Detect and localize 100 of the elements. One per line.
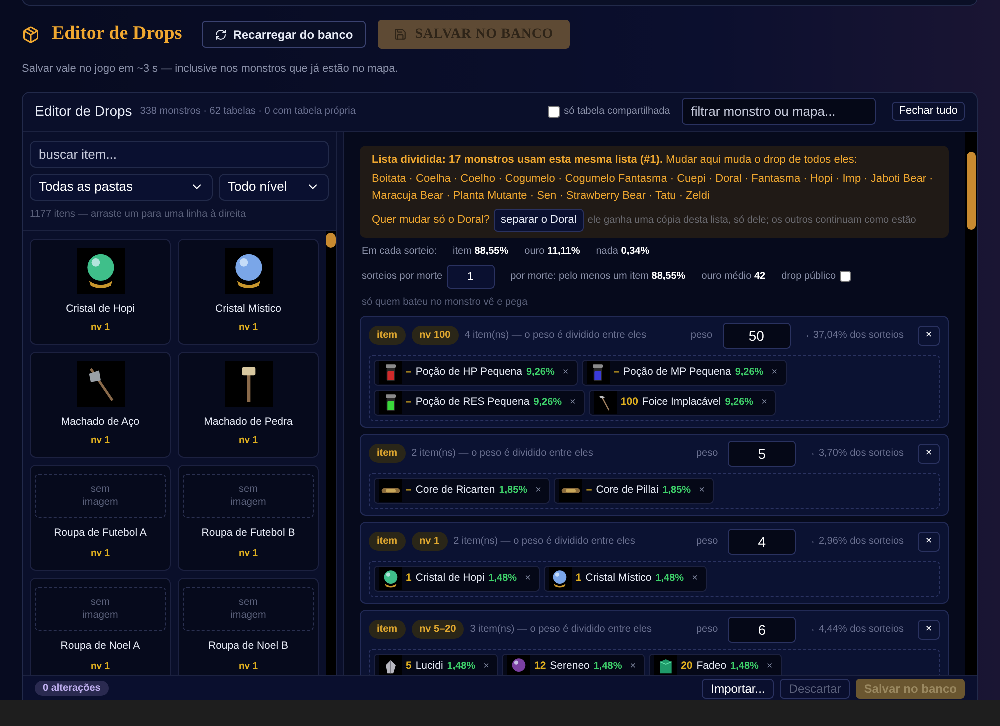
item-name: Roupa de Futebol B xyxy=(202,526,296,540)
item-name: Foice Implacável xyxy=(642,394,722,410)
notice-text: Lista dividida: 17 monstros usam esta mesma lista (#1). Mudar aqui muda o drop de todos eles: xyxy=(372,152,858,168)
item-quantity: – xyxy=(406,394,412,410)
checkbox[interactable] xyxy=(548,106,560,118)
drop-item-chip[interactable]: 1 Cristal de Hopi 1,48% × xyxy=(374,566,540,592)
drop-item-chip[interactable]: – Core de Ricarten 1,85% × xyxy=(374,478,550,504)
drop-item-chip[interactable]: – Poção de MP Pequena 9,26% × xyxy=(582,360,787,386)
drop-item-chip[interactable]: 100 Foice Implacável 9,26% × xyxy=(588,390,776,416)
weight-label: peso xyxy=(696,447,718,461)
item-card[interactable]: sem imagem Roupa de Futebol A nv 1 xyxy=(30,464,171,570)
tag: nv 1 xyxy=(412,532,448,551)
image-placeholder: sem imagem xyxy=(35,586,166,630)
close-button[interactable]: × xyxy=(918,532,940,552)
item-card[interactable]: Cristal de Hopi nv 1 xyxy=(30,238,171,344)
item-name: Sereneo xyxy=(550,658,590,674)
remove-button[interactable]: × xyxy=(772,365,778,380)
close-all-button[interactable]: Fechar tudo xyxy=(892,102,965,121)
drop-item-chip[interactable]: – Poção de HP Pequena 9,26% × xyxy=(374,360,578,386)
item-card[interactable]: Cristal Místico nv 1 xyxy=(178,238,319,344)
drop-item-chip[interactable]: 1 Cristal Místico 1,48% × xyxy=(544,566,707,592)
checkbox[interactable] xyxy=(840,271,852,282)
draws-label: sorteios por morte xyxy=(362,270,443,284)
scrollbar[interactable] xyxy=(965,132,977,674)
group-summary: 4 item(ns) — o peso é dividido entre eles xyxy=(464,329,646,343)
close-button[interactable]: × xyxy=(918,326,940,346)
folder-select[interactable]: Todas as pastas xyxy=(30,174,213,200)
item-chance: 9,26% xyxy=(725,396,754,410)
item-chance: 1,48% xyxy=(656,572,684,586)
close-button[interactable]: × xyxy=(918,620,940,640)
item-chance: 9,26% xyxy=(735,366,764,380)
tag: nv 5–20 xyxy=(412,620,464,639)
item-card[interactable]: sem imagem Roupa de Noel A nv 1 xyxy=(30,578,171,674)
item-chance: 1,48% xyxy=(488,572,518,586)
item-quantity: 100 xyxy=(620,394,638,410)
drop-item-chip[interactable]: 20 Fadeo 1,48% × xyxy=(649,654,782,674)
drop-item-chip[interactable]: 12 Sereneo 1,48% × xyxy=(502,654,646,674)
kill-stat: ouro médio 42 xyxy=(702,270,766,284)
weight-field[interactable]: 6 xyxy=(728,616,796,642)
weight-field[interactable]: 50 xyxy=(722,322,791,348)
group-summary: 3 item(ns) — o peso é dividido entre eles xyxy=(470,623,652,637)
close-button[interactable]: × xyxy=(918,444,940,464)
page-title: Editor de Drops xyxy=(52,22,182,46)
drop-item-chip[interactable]: 5 Lucidi 1,48% × xyxy=(374,654,498,674)
remove-button[interactable]: × xyxy=(692,571,698,586)
remove-button[interactable]: × xyxy=(536,483,542,498)
item-chance: 1,48% xyxy=(594,660,622,674)
level-select[interactable]: Todo nível xyxy=(219,174,329,200)
save-icon xyxy=(394,28,408,41)
item-name: Cristal de Hopi xyxy=(66,302,135,316)
item-card[interactable]: Machado de Pedra nv 1 xyxy=(178,352,319,458)
split-button[interactable]: separar o Doral xyxy=(494,209,584,232)
weight-label: peso xyxy=(696,623,718,637)
tag: item xyxy=(369,326,406,345)
public-drop-label: drop público xyxy=(782,270,836,284)
remove-button[interactable]: × xyxy=(762,395,768,410)
checkbox-label: só tabela compartilhada xyxy=(564,105,670,119)
item-name: Lucidi xyxy=(416,658,444,674)
item-name: Roupa de Noel B xyxy=(208,638,288,654)
item-name: Core de Ricarten xyxy=(416,482,496,498)
box-icon xyxy=(22,26,40,44)
item-chance: 9,26% xyxy=(526,366,555,380)
remove-button[interactable]: × xyxy=(570,395,576,410)
weight-field[interactable]: 4 xyxy=(728,528,796,554)
image-placeholder: sem imagem xyxy=(35,474,166,518)
import-button[interactable]: Importar... xyxy=(702,678,774,698)
item-quantity: 1 xyxy=(576,570,582,586)
item-name: Cristal Místico xyxy=(216,302,282,316)
search-field[interactable]: buscar item... xyxy=(30,140,329,168)
filter-field[interactable]: filtrar monstro ou mapa... xyxy=(682,98,876,125)
item-name: Core de Pillai xyxy=(596,482,659,498)
item-chance: 9,26% xyxy=(534,396,562,410)
item-name: Cristal Místico xyxy=(586,570,652,586)
remove-button[interactable]: × xyxy=(484,659,490,674)
scrollbar[interactable] xyxy=(326,230,336,674)
item-quantity: 5 xyxy=(406,658,412,674)
core-icon xyxy=(560,488,581,494)
item-level: nv 1 xyxy=(90,321,110,336)
remove-button[interactable]: × xyxy=(525,571,531,586)
item-card[interactable]: sem imagem Roupa de Noel B nv 1 xyxy=(178,578,319,674)
remove-button[interactable]: × xyxy=(562,365,569,380)
drop-item-chip[interactable]: – Core de Pillai 1,85% × xyxy=(554,478,714,504)
remove-button[interactable]: × xyxy=(699,483,705,498)
item-card[interactable]: sem imagem Roupa de Futebol B nv 1 xyxy=(178,464,319,570)
remove-button[interactable]: × xyxy=(766,659,773,674)
weight-label: peso xyxy=(690,329,713,343)
item-quantity: – xyxy=(406,364,412,380)
item-name: Roupa de Noel A xyxy=(60,638,140,654)
draws-field[interactable]: 1 xyxy=(446,264,495,288)
image-placeholder: sem imagem xyxy=(183,586,314,630)
monster-list: Boitata · Coelha · Coelho · Cogumelo · Cogumelo Fantasma · Cuepi · Doral · Fantasma · Hopi · Imp · Jaboti Bear · Maracuja Bear · Planta Mutante · Sen · Strawberry Bear · Tatu · Zeldi xyxy=(372,171,937,204)
drop-item-chip[interactable]: – Poção de RES Pequena 9,26% × xyxy=(374,390,585,416)
draw-stat: ouro 11,11% xyxy=(524,244,580,258)
item-level: nv 1 xyxy=(238,660,258,674)
reload-button[interactable]: Recarregar do banco xyxy=(202,21,366,48)
item-card[interactable]: Machado de Aço nv 1 xyxy=(30,352,171,458)
tag: item xyxy=(369,532,406,551)
weight-field[interactable]: 5 xyxy=(728,440,796,466)
item-level: nv 1 xyxy=(238,547,258,562)
remove-button[interactable]: × xyxy=(630,659,636,674)
